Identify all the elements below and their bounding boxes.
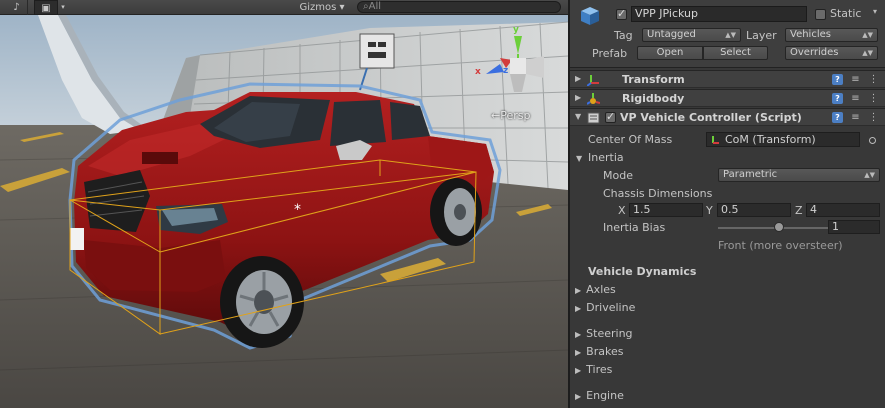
section-label: Steering [586,327,633,340]
help-icon[interactable]: ? [832,74,843,85]
help-icon[interactable]: ? [832,112,843,123]
effects-dropdown-icon[interactable]: ▾ [58,0,68,15]
static-dropdown-icon[interactable]: ▾ [873,7,877,16]
chassis-y-label[interactable]: Y [706,204,713,217]
fold-arrow-icon[interactable]: ▶ [575,392,581,401]
chassis-z-label[interactable]: Z [795,204,803,217]
inertia-bias-field[interactable]: 1 [828,220,880,234]
chevron-down-icon: ▲▼ [862,31,873,39]
section-brakes[interactable]: ▶ Brakes [575,345,623,358]
gameobject-name-field[interactable]: VPP JPickup [631,6,807,22]
component-enabled-checkbox[interactable] [605,110,616,123]
scene-toolbar: ♪ ▣ ▾ Gizmos ▾ ⌕All [0,0,568,15]
fold-arrow-icon[interactable]: ▶ [575,330,581,339]
prefab-overrides-dropdown[interactable]: Overrides ▲▼ [785,46,878,60]
layer-value: Vehicles [790,29,831,40]
inspector-panel: VPP JPickup Static ▾ Tag Untagged ▲▼ Laye… [568,0,885,408]
fold-arrow-icon[interactable]: ▶ [575,366,581,375]
static-checkbox[interactable] [815,9,826,20]
section-label: Driveline [586,301,636,314]
tag-dropdown[interactable]: Untagged ▲▼ [642,28,741,42]
inertia-bias-help-text: Front (more oversteer) [718,239,843,252]
section-label: Tires [586,363,613,376]
preset-icon[interactable]: ≡ [850,74,861,85]
prefab-open-button[interactable]: Open [637,46,703,60]
mode-value: Parametric [723,169,778,180]
mode-label: Mode [603,169,633,182]
fold-arrow-icon[interactable]: ▶ [575,286,581,295]
rigidbody-icon [587,93,600,105]
component-title-vehicle-controller: VP Vehicle Controller (Script) [620,111,802,124]
transform-axes-icon [587,75,599,86]
gameobject-cube-icon [581,7,599,25]
section-steering[interactable]: ▶ Steering [575,327,633,340]
gizmo-y-label[interactable]: y [513,25,519,35]
chevron-down-icon: ▲▼ [864,171,875,179]
context-menu-icon[interactable]: ⋮ [868,112,879,123]
inertia-fold-icon[interactable]: ▼ [576,154,582,163]
help-icon[interactable]: ? [832,93,843,104]
scene-viewport[interactable]: * [0,15,568,408]
context-menu-icon[interactable]: ⋮ [868,74,879,85]
audio-toggle-icon[interactable]: ♪ [6,0,28,15]
gizmos-dropdown[interactable]: Gizmos ▾ [296,0,348,15]
chassis-x-field[interactable]: 1.5 [629,203,703,217]
center-of-mass-label: Center Of Mass [588,133,673,146]
inertia-bias-slider-thumb[interactable] [774,222,784,232]
overrides-label: Overrides [790,47,839,58]
tag-value: Untagged [647,29,696,40]
scene-search-input[interactable]: ⌕All [357,1,561,13]
prefab-label: Prefab [592,47,628,60]
object-picker-icon[interactable] [868,136,877,145]
chevron-down-icon: ▲▼ [862,49,873,57]
svg-text:*: * [294,202,301,218]
mode-dropdown[interactable]: Parametric ▲▼ [718,168,880,182]
prefab-select-button[interactable]: Select [703,46,768,60]
section-tires[interactable]: ▶ Tires [575,363,612,376]
vehicle-dynamics-title: Vehicle Dynamics [588,265,697,278]
gizmo-x-label[interactable]: x [475,67,481,77]
component-header-transform[interactable]: ▶ Transform ? ≡ ⋮ [570,70,885,88]
script-icon [587,112,600,124]
gizmo-z-label[interactable]: z [503,66,508,76]
chassis-dimensions-label: Chassis Dimensions [603,187,713,200]
chassis-x-label[interactable]: X [618,204,626,217]
inertia-bias-label: Inertia Bias [603,221,666,234]
section-label: Brakes [586,345,624,358]
section-axles[interactable]: ▶ Axles [575,283,616,296]
tag-label: Tag [614,29,633,42]
inertia-label[interactable]: Inertia [588,151,624,164]
gameobject-active-checkbox[interactable] [616,7,627,20]
component-title-transform: Transform [622,73,685,86]
perspective-toggle[interactable]: ←Persp [491,109,530,122]
context-menu-icon[interactable]: ⋮ [868,93,879,104]
section-engine[interactable]: ▶ Engine [575,389,624,402]
fold-arrow-icon[interactable]: ▶ [575,348,581,357]
layer-label: Layer [746,29,777,42]
fold-arrow-icon[interactable]: ▶ [575,304,581,313]
scene-view[interactable]: ♪ ▣ ▾ Gizmos ▾ ⌕All * x y z ←Persp [0,0,568,408]
preset-icon[interactable]: ≡ [850,93,861,104]
center-of-mass-field[interactable]: CoM (Transform) [706,132,860,147]
layer-dropdown[interactable]: Vehicles ▲▼ [785,28,878,42]
scene-effects-icon[interactable]: ▣ [34,0,58,15]
section-label: Axles [586,283,616,296]
component-header-rigidbody[interactable]: ▶ Rigidbody ? ≡ ⋮ [570,89,885,107]
chevron-down-icon: ▲▼ [725,31,736,39]
object-value: CoM (Transform) [725,133,816,146]
fold-arrow-icon[interactable]: ▶ [575,93,581,102]
transform-axes-icon [712,136,719,144]
front-wheel [220,256,304,348]
component-title-rigidbody: Rigidbody [622,92,685,105]
preset-icon[interactable]: ≡ [850,112,861,123]
component-header-vehicle-controller[interactable]: ▼ VP Vehicle Controller (Script) ? ≡ ⋮ [570,108,885,126]
fold-arrow-icon[interactable]: ▶ [575,74,581,83]
static-label: Static [830,7,862,20]
chassis-z-field[interactable]: 4 [806,203,880,217]
gameobject-header: VPP JPickup Static ▾ Tag Untagged ▲▼ Laye… [570,0,885,68]
chassis-y-field[interactable]: 0.5 [717,203,791,217]
fold-arrow-icon[interactable]: ▼ [575,112,581,121]
section-label: Engine [586,389,624,402]
section-driveline[interactable]: ▶ Driveline [575,301,635,314]
